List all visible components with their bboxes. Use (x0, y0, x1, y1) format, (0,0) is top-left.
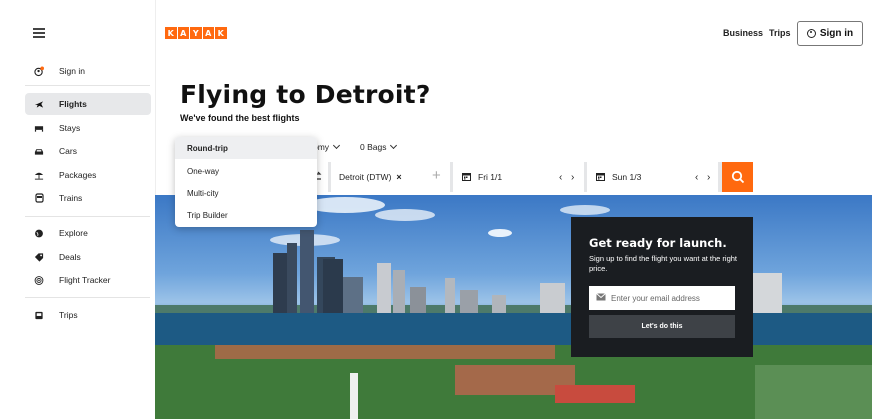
trip-type-one-way[interactable]: One-way (175, 160, 317, 182)
sidebar-item-flight-tracker[interactable]: Flight Tracker (25, 269, 151, 291)
tag-icon (34, 252, 44, 262)
sidebar-item-trains[interactable]: Trains (25, 187, 151, 209)
sidebar-item-trips[interactable]: Trips (25, 304, 151, 326)
globe-icon (34, 228, 44, 238)
trip-type-dropdown: Round-trip One-way Multi-city Trip Build… (175, 137, 317, 227)
sidebar-sign-in[interactable]: Sign in (25, 60, 151, 82)
prev-date-icon[interactable]: ‹ (559, 172, 562, 183)
sign-in-button[interactable]: Sign in (797, 21, 863, 46)
car-icon (34, 146, 44, 156)
suitcase-icon (34, 310, 44, 320)
detroit-skyline-illustration (155, 197, 872, 419)
destination-field[interactable]: Detroit (DTW) × + (331, 162, 450, 192)
divider (25, 297, 150, 298)
umbrella-icon (34, 170, 44, 180)
user-alert-icon (34, 66, 44, 76)
lets-do-this-button[interactable]: Let's do this (589, 315, 735, 338)
hamburger-icon[interactable] (33, 28, 45, 38)
trip-type-round-trip[interactable]: Round-trip (175, 137, 317, 159)
envelope-icon (596, 293, 606, 303)
prev-date-icon[interactable]: ‹ (695, 172, 698, 183)
return-date-field[interactable]: Sun 1/3 ‹ › (587, 162, 718, 192)
promo-text: Sign up to find the flight you want at t… (589, 254, 738, 273)
divider (25, 216, 150, 217)
email-field[interactable]: Enter your email address (589, 286, 735, 310)
kayak-logo[interactable]: K A Y A K (165, 27, 227, 39)
bags-select[interactable]: 0 Bags (360, 141, 398, 152)
sidebar: Sign in Flights Stays Cars Packages Trai… (0, 60, 155, 419)
train-icon (34, 192, 44, 203)
business-link[interactable]: Business (723, 28, 763, 38)
newsletter-card: Get ready for launch. Sign up to find th… (571, 217, 753, 357)
calendar-icon (595, 171, 606, 184)
top-bar: K A Y A K Business Trips Sign in (0, 0, 872, 60)
chevron-down-icon (333, 141, 341, 150)
divider (25, 85, 150, 86)
depart-date-field[interactable]: Fri 1/1 ‹ › (453, 162, 584, 192)
trip-type-trip-builder[interactable]: Trip Builder (175, 204, 317, 226)
promo-title: Get ready for launch. (589, 236, 727, 250)
next-date-icon[interactable]: › (571, 172, 574, 183)
add-destination-icon[interactable]: + (432, 168, 441, 183)
calendar-icon (461, 171, 472, 184)
remove-destination-icon[interactable]: × (396, 172, 401, 182)
page-title: Flying to Detroit? (180, 80, 431, 109)
sidebar-item-flights[interactable]: Flights (25, 93, 151, 115)
search-button[interactable] (722, 162, 753, 192)
sidebar-item-packages[interactable]: Packages (25, 164, 151, 186)
user-circle-icon (806, 29, 816, 38)
page-subtitle: We've found the best flights (180, 113, 300, 123)
bed-icon (34, 123, 44, 133)
next-date-icon[interactable]: › (707, 172, 710, 183)
sidebar-item-explore[interactable]: Explore (25, 222, 151, 244)
sidebar-item-stays[interactable]: Stays (25, 117, 151, 139)
trip-type-multi-city[interactable]: Multi-city (175, 182, 317, 204)
radar-icon (34, 275, 44, 285)
search-icon (731, 170, 744, 184)
plane-icon (34, 99, 44, 109)
chevron-down-icon (390, 141, 398, 150)
trips-link[interactable]: Trips (769, 28, 791, 38)
hero-image (155, 195, 872, 419)
sidebar-item-deals[interactable]: Deals (25, 246, 151, 268)
sidebar-item-cars[interactable]: Cars (25, 140, 151, 162)
